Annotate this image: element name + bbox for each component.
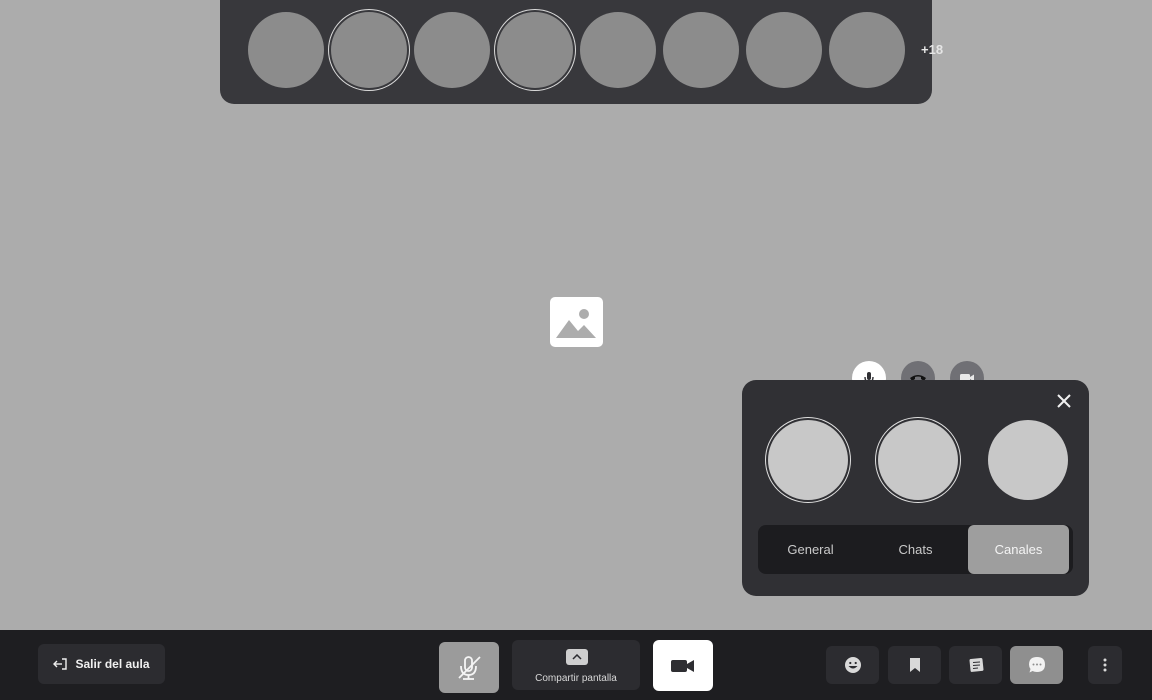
camera-toggle-button[interactable] <box>653 640 713 691</box>
more-options-button[interactable] <box>1088 646 1122 684</box>
participant-avatar[interactable] <box>248 12 324 88</box>
bookmark-button[interactable] <box>888 646 941 684</box>
bottom-toolbar: Salir del aula Compartir pantalla <box>0 630 1152 700</box>
close-button[interactable] <box>1055 392 1073 410</box>
screen-share-icon <box>566 649 588 665</box>
participant-avatar[interactable] <box>829 12 905 88</box>
participant-avatar[interactable] <box>497 12 573 88</box>
more-participants-count[interactable]: +18 <box>921 42 943 57</box>
participant-avatars <box>248 12 905 88</box>
mute-toggle-button[interactable] <box>439 642 499 693</box>
call-participant-avatar[interactable] <box>878 420 958 500</box>
notes-button[interactable] <box>949 646 1002 684</box>
close-icon <box>1057 394 1071 408</box>
participant-avatar[interactable] <box>663 12 739 88</box>
participant-avatar[interactable] <box>580 12 656 88</box>
participant-avatar[interactable] <box>331 12 407 88</box>
call-panel: General Chats Canales <box>742 380 1089 596</box>
tab-general[interactable]: General <box>758 525 863 574</box>
share-screen-label: Compartir pantalla <box>535 673 617 684</box>
tab-chats[interactable]: Chats <box>863 525 968 574</box>
emoji-icon <box>844 657 861 673</box>
leave-label: Salir del aula <box>75 657 150 671</box>
participant-avatar[interactable] <box>414 12 490 88</box>
call-participants <box>768 420 1068 500</box>
reactions-button[interactable] <box>826 646 879 684</box>
tab-canales[interactable]: Canales <box>968 525 1069 574</box>
call-participant-avatar[interactable] <box>988 420 1068 500</box>
leave-classroom-button[interactable]: Salir del aula <box>38 644 165 684</box>
chat-bubble-icon <box>1028 657 1045 673</box>
bookmark-icon <box>909 658 920 672</box>
video-camera-icon <box>671 659 694 672</box>
share-screen-button[interactable]: Compartir pantalla <box>512 640 640 690</box>
panel-tabs: General Chats Canales <box>758 525 1073 574</box>
call-participant-avatar[interactable] <box>768 420 848 500</box>
image-placeholder-icon <box>550 297 603 347</box>
chat-button[interactable] <box>1010 646 1063 684</box>
microphone-muted-icon <box>458 655 481 680</box>
more-vertical-icon <box>1103 658 1107 672</box>
notes-icon <box>969 657 983 672</box>
participant-avatar[interactable] <box>746 12 822 88</box>
participants-strip: +18 <box>220 0 943 104</box>
exit-icon <box>53 658 68 670</box>
